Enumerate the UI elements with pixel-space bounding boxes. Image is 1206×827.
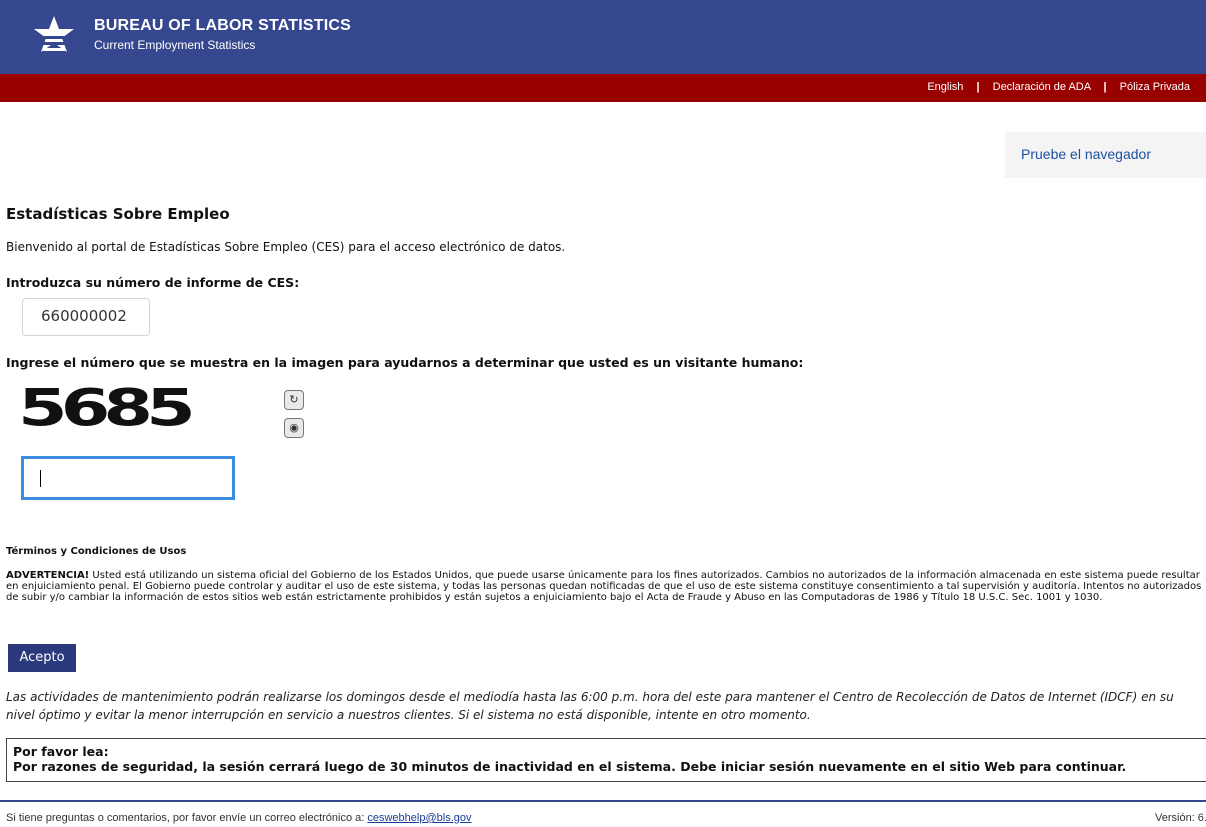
org-name: BUREAU OF LABOR STATISTICS <box>94 17 352 34</box>
notice-text: Por razones de seguridad, la sesión cerr… <box>13 759 1127 774</box>
accept-button[interactable]: Acepto <box>8 644 76 672</box>
footer-contact: Si tiene preguntas o comentarios, por fa… <box>6 812 472 824</box>
separator: | <box>976 81 980 93</box>
warning-label: ADVERTENCIA! <box>6 570 90 581</box>
captcha-label: Ingrese el número que se muestra en la i… <box>6 355 804 370</box>
english-link[interactable]: English <box>927 81 963 93</box>
org-subtitle: Current Employment Statistics <box>94 38 256 52</box>
terms-body: Usted está utilizando un sistema oficial… <box>6 570 1202 603</box>
page-title: Estadísticas Sobre Empleo <box>6 205 230 223</box>
session-notice: Por favor lea: Por razones de seguridad,… <box>6 738 1206 782</box>
refresh-captcha-icon[interactable]: ↻ <box>284 390 304 410</box>
report-number-label: Introduzca su número de informe de CES: <box>6 275 300 290</box>
notice-heading: Por favor lea: <box>13 744 109 759</box>
footer-divider <box>0 800 1206 802</box>
captcha-image: 5685 <box>18 386 198 438</box>
welcome-text: Bienvenido al portal de Estadísticas Sob… <box>6 240 566 254</box>
separator: | <box>1103 81 1107 93</box>
report-number-input[interactable]: 660000002 <box>22 298 150 336</box>
terms-heading: Términos y Condiciones de Usos <box>6 546 187 557</box>
privacy-link[interactable]: Póliza Privada <box>1120 81 1190 93</box>
support-email-link[interactable]: ceswebhelp@bls.gov <box>367 812 471 824</box>
captcha-text: 5685 <box>18 386 191 438</box>
ada-link[interactable]: Declaración de ADA <box>993 81 1091 93</box>
site-header <box>0 0 1206 74</box>
version-label: Versión: 6.0 <box>1155 812 1206 824</box>
captcha-input[interactable] <box>21 456 235 500</box>
maintenance-notice: Las actividades de mantenimiento podrán … <box>6 690 1174 722</box>
audio-captcha-icon[interactable]: ◉ <box>284 418 304 438</box>
text-caret <box>40 470 41 487</box>
try-browser-link[interactable]: Pruebe el navegador <box>1021 146 1151 162</box>
terms-text: ADVERTENCIA! Usted está utilizando un si… <box>6 570 1204 603</box>
top-links: English | Declaración de ADA | Póliza Pr… <box>927 81 1190 93</box>
footer-text: Si tiene preguntas o comentarios, por fa… <box>6 812 368 824</box>
star-eagle-icon <box>34 16 74 52</box>
